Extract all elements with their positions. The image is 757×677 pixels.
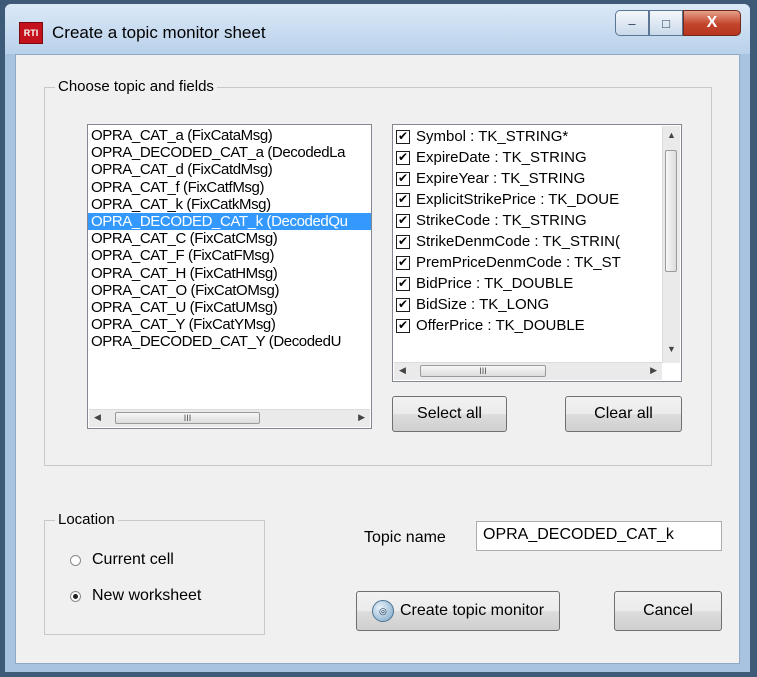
maximize-button[interactable]: □	[649, 10, 683, 36]
minimize-button[interactable]: –	[615, 10, 649, 36]
topic-list-item[interactable]: OPRA_CAT_f (FixCatfMsg)	[88, 179, 371, 196]
scroll-up-icon[interactable]: ▲	[667, 130, 676, 140]
topic-listbox[interactable]: OPRA_CAT_a (FixCataMsg) OPRA_DECODED_CAT_…	[87, 124, 372, 429]
checkbox[interactable]: ✔	[396, 213, 410, 228]
field-list-hscroll-thumb[interactable]: III	[420, 365, 546, 377]
dialog-window: RTI Create a topic monitor sheet – □ X C…	[4, 3, 751, 673]
checkbox[interactable]: ✔	[396, 234, 410, 249]
window-title: Create a topic monitor sheet	[52, 23, 266, 42]
field-list-item[interactable]: ✔ BidPrice : TK_DOUBLE	[393, 273, 663, 294]
scroll-down-icon[interactable]: ▼	[667, 344, 676, 354]
field-label: OfferPrice : TK_DOUBLE	[416, 317, 585, 334]
field-list-vscroll-thumb[interactable]	[665, 150, 677, 272]
select-all-button[interactable]: Select all	[392, 396, 507, 432]
scroll-left-icon[interactable]: ◀	[399, 365, 406, 376]
checkbox[interactable]: ✔	[396, 192, 410, 207]
field-list-item[interactable]: ✔ ExpireDate : TK_STRING	[393, 147, 663, 168]
scroll-left-icon[interactable]: ◀	[94, 412, 101, 423]
radio-button[interactable]	[70, 554, 81, 566]
close-button[interactable]: X	[683, 10, 741, 36]
field-label: ExpireDate : TK_STRING	[416, 149, 587, 166]
field-label: StrikeDenmCode : TK_STRIN(	[416, 233, 620, 250]
radio-current-cell[interactable]: Current cell	[70, 551, 174, 569]
topic-list-item[interactable]: OPRA_DECODED_CAT_k (DecodedQu	[88, 212, 371, 231]
topic-fields-group: Choose topic and fields OPRA_CAT_a (FixC…	[44, 78, 712, 466]
checkbox[interactable]: ✔	[396, 276, 410, 291]
field-list-vscrollbar[interactable]: ▲ ▼	[662, 126, 680, 363]
topic-list-item[interactable]: OPRA_CAT_U (FixCatUMsg)	[88, 299, 371, 316]
checkbox[interactable]: ✔	[396, 171, 410, 186]
topic-list-item[interactable]: OPRA_CAT_Y (FixCatYMsg)	[88, 316, 371, 333]
minimize-icon: –	[628, 15, 636, 31]
checkbox[interactable]: ✔	[396, 318, 410, 333]
field-label: PremPriceDenmCode : TK_ST	[416, 254, 621, 271]
field-label: Symbol : TK_STRING*	[416, 128, 569, 145]
create-topic-monitor-button[interactable]: ◎ Create topic monitor	[356, 591, 560, 631]
checkbox[interactable]: ✔	[396, 129, 410, 144]
field-label: BidSize : TK_LONG	[416, 296, 550, 313]
topic-list-hscrollbar[interactable]: ◀ III ▶	[89, 409, 370, 427]
rti-logo-icon: RTI	[19, 22, 43, 44]
topic-list-item[interactable]: OPRA_CAT_C (FixCatCMsg)	[88, 230, 371, 247]
field-label: ExplicitStrikePrice : TK_DOUE	[416, 191, 620, 208]
checkbox[interactable]: ✔	[396, 255, 410, 270]
field-list-hscrollbar[interactable]: ◀ III ▶	[394, 362, 662, 380]
topic-list-item[interactable]: OPRA_DECODED_CAT_a (DecodedLa	[88, 144, 371, 161]
topic-list: OPRA_CAT_a (FixCataMsg) OPRA_DECODED_CAT_…	[88, 125, 371, 350]
location-group-label: Location	[55, 511, 118, 528]
field-list-item[interactable]: ✔ OfferPrice : TK_DOUBLE	[393, 315, 663, 336]
close-icon: X	[706, 14, 718, 31]
field-list-item[interactable]: ✔ ExpireYear : TK_STRING	[393, 168, 663, 189]
field-checklist[interactable]: ✔ Symbol : TK_STRING* ✔ ExpireDate : TK_STR…	[392, 124, 682, 382]
topic-list-item[interactable]: OPRA_DECODED_CAT_Y (DecodedU	[88, 333, 371, 350]
radio-new-worksheet[interactable]: New worksheet	[70, 587, 201, 605]
topic-list-item[interactable]: OPRA_CAT_O (FixCatOMsg)	[88, 282, 371, 299]
caption-buttons: – □ X	[615, 10, 741, 38]
topic-list-item[interactable]: OPRA_CAT_a (FixCataMsg)	[88, 127, 371, 144]
topic-name-input[interactable]: OPRA_DECODED_CAT_k	[476, 521, 722, 551]
field-list: ✔ Symbol : TK_STRING* ✔ ExpireDate : TK_STR…	[393, 125, 663, 336]
field-list-item[interactable]: ✔ BidSize : TK_LONG	[393, 294, 663, 315]
checkbox[interactable]: ✔	[396, 297, 410, 312]
field-list-item[interactable]: ✔ StrikeDenmCode : TK_STRIN(	[393, 231, 663, 252]
topic-fields-group-label: Choose topic and fields	[55, 78, 217, 95]
radio-new-worksheet-label: New worksheet	[92, 587, 202, 604]
radio-current-cell-label: Current cell	[92, 551, 174, 568]
topic-list-hscroll-thumb[interactable]: III	[115, 412, 260, 424]
scroll-right-icon[interactable]: ▶	[358, 412, 365, 423]
topic-list-item[interactable]: OPRA_CAT_F (FixCatFMsg)	[88, 247, 371, 264]
create-topic-monitor-label: Create topic monitor	[399, 602, 545, 619]
field-label: ExpireYear : TK_STRING	[416, 170, 586, 187]
topic-list-item[interactable]: OPRA_CAT_H (FixCatHMsg)	[88, 265, 371, 282]
monitor-glasses-icon: ◎	[371, 600, 394, 622]
field-list-item[interactable]: ✔ Symbol : TK_STRING*	[393, 126, 663, 147]
field-list-item[interactable]: ✔ ExplicitStrikePrice : TK_DOUE	[393, 189, 663, 210]
cancel-button[interactable]: Cancel	[614, 591, 722, 631]
field-label: BidPrice : TK_DOUBLE	[416, 275, 574, 292]
field-label: StrikeCode : TK_STRING	[416, 212, 587, 229]
topic-name-label: Topic name	[364, 529, 446, 546]
maximize-icon: □	[662, 15, 670, 31]
dialog-client-area: Choose topic and fields OPRA_CAT_a (FixC…	[15, 54, 740, 664]
radio-button[interactable]	[70, 590, 81, 602]
location-group: Location Current cell New worksheet	[44, 511, 265, 635]
checkbox[interactable]: ✔	[396, 150, 410, 165]
clear-all-button[interactable]: Clear all	[565, 396, 682, 432]
topic-list-item[interactable]: OPRA_CAT_k (FixCatkMsg)	[88, 196, 371, 213]
title-bar[interactable]: RTI Create a topic monitor sheet – □ X	[5, 4, 750, 54]
scroll-right-icon[interactable]: ▶	[650, 365, 657, 376]
field-list-item[interactable]: ✔ StrikeCode : TK_STRING	[393, 210, 663, 231]
field-list-item[interactable]: ✔ PremPriceDenmCode : TK_ST	[393, 252, 663, 273]
topic-list-item[interactable]: OPRA_CAT_d (FixCatdMsg)	[88, 161, 371, 178]
